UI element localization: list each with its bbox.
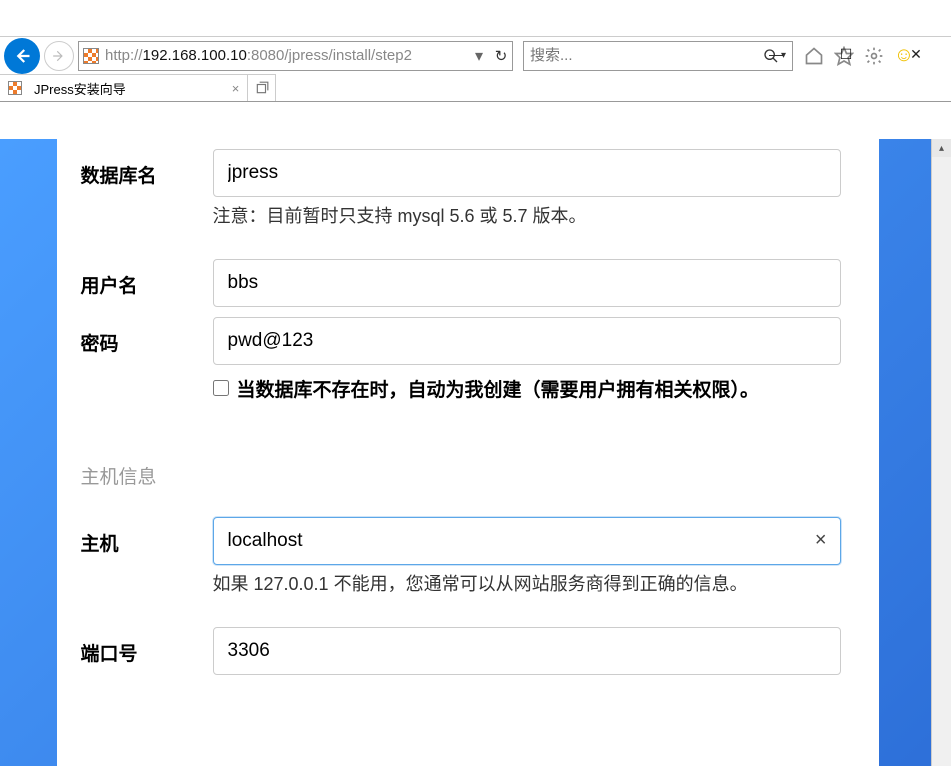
- tab-close-icon[interactable]: ×: [232, 81, 240, 96]
- hint-host: 如果 127.0.0.1 不能用，您通常可以从网站服务商得到正确的信息。: [213, 571, 841, 599]
- row-host: 主机 × 如果 127.0.0.1 不能用，您通常可以从网站服务商得到正确的信息…: [81, 517, 841, 599]
- url-text: http://192.168.100.10:8080/jpress/instal…: [105, 47, 468, 64]
- tab-active[interactable]: JPress安装向导 ×: [0, 74, 248, 101]
- label-password: 密码: [81, 317, 213, 356]
- refresh-button[interactable]: ↻: [490, 47, 512, 65]
- scroll-up-icon[interactable]: ▴: [932, 139, 951, 157]
- row-username: 用户名: [81, 259, 841, 307]
- arrow-right-icon: [52, 49, 66, 63]
- address-bar[interactable]: http://192.168.100.10:8080/jpress/instal…: [78, 41, 513, 71]
- site-favicon: [83, 48, 99, 64]
- close-button[interactable]: ✕: [896, 39, 936, 69]
- tab-title: JPress安装向导: [34, 79, 126, 98]
- hint-db-name: 注意：目前暂时只支持 mysql 5.6 或 5.7 版本。: [213, 203, 841, 231]
- new-tab-icon: [255, 81, 269, 95]
- clear-icon[interactable]: ×: [815, 529, 827, 552]
- maximize-button[interactable]: ☐: [826, 39, 866, 69]
- row-create-db: 当数据库不存在时，自动为我创建（需要用户拥有相关权限）。: [213, 375, 841, 402]
- arrow-left-icon: [13, 47, 31, 65]
- new-tab-button[interactable]: [248, 74, 276, 101]
- input-db-name[interactable]: [213, 149, 841, 197]
- row-db-name: 数据库名 注意：目前暂时只支持 mysql 5.6 或 5.7 版本。: [81, 149, 841, 231]
- input-username[interactable]: [213, 259, 841, 307]
- checkbox-create-db[interactable]: [213, 380, 229, 396]
- scrollbar[interactable]: ▴: [931, 139, 951, 766]
- minimize-button[interactable]: —: [756, 39, 796, 69]
- back-button[interactable]: [4, 38, 40, 74]
- search-box: ▾: [523, 41, 793, 71]
- input-host[interactable]: [213, 517, 841, 565]
- tab-bar: JPress安装向导 ×: [0, 74, 951, 102]
- input-port[interactable]: [213, 627, 841, 675]
- address-dropdown[interactable]: ▾: [468, 46, 490, 66]
- section-host-info: 主机信息: [81, 462, 841, 489]
- forward-button[interactable]: [44, 41, 74, 71]
- label-create-db: 当数据库不存在时，自动为我创建（需要用户拥有相关权限）。: [237, 375, 760, 402]
- window-controls: — ☐ ✕: [756, 36, 951, 72]
- input-password[interactable]: [213, 317, 841, 365]
- label-username: 用户名: [81, 259, 213, 298]
- label-db-name: 数据库名: [81, 149, 213, 188]
- row-password: 密码: [81, 317, 841, 365]
- label-host: 主机: [81, 517, 213, 556]
- content-area: 数据库名 注意：目前暂时只支持 mysql 5.6 或 5.7 版本。 用户名 …: [0, 139, 951, 766]
- row-port: 端口号: [81, 627, 841, 675]
- label-port: 端口号: [81, 627, 213, 666]
- tab-favicon: [8, 81, 22, 95]
- install-form: 数据库名 注意：目前暂时只支持 mysql 5.6 或 5.7 版本。 用户名 …: [57, 139, 879, 766]
- search-input[interactable]: [530, 47, 763, 64]
